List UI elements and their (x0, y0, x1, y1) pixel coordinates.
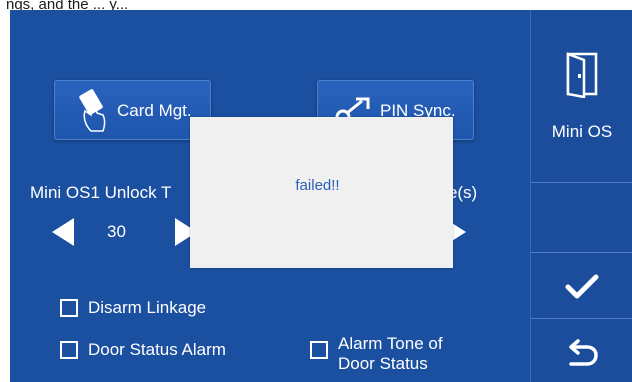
alarm-tone-checkbox[interactable] (310, 341, 328, 359)
alarm-tone-of-door-status-option[interactable]: Alarm Tone of Door Status (310, 334, 443, 374)
cropped-top-text: ngs, and the ... y... (6, 0, 129, 10)
card-icon (75, 89, 111, 138)
alarm-tone-label-line2: Door Status (338, 354, 428, 373)
mini-os1-unlock-time-label: Mini OS1 Unlock T (30, 183, 172, 202)
main-area: Card Mgt. PIN Sync. Mini OS1 Unlock T im… (10, 10, 530, 382)
door-icon (562, 50, 602, 103)
checkmark-icon (565, 274, 599, 305)
back-button[interactable] (531, 332, 632, 376)
confirm-button[interactable] (531, 265, 632, 313)
decrease-unlock-time-1-arrow-icon[interactable] (52, 218, 74, 246)
door-status-alarm-option[interactable]: Door Status Alarm (60, 340, 226, 360)
disarm-linkage-option[interactable]: Disarm Linkage (60, 298, 206, 318)
sidebar-divider (531, 318, 632, 319)
sidebar-divider (531, 182, 632, 183)
mini-os-tab[interactable] (531, 50, 632, 103)
dialog-message: failed!! (295, 177, 340, 194)
disarm-linkage-label: Disarm Linkage (88, 298, 207, 317)
alarm-tone-label-line1: Alarm Tone of (338, 334, 443, 353)
card-mgt-button[interactable]: Card Mgt. (54, 80, 211, 140)
sidebar: Mini OS (530, 10, 632, 382)
unlock-time-1-value: 30 (107, 222, 126, 241)
settings-panel: Card Mgt. PIN Sync. Mini OS1 Unlock T im… (10, 10, 632, 382)
card-mgt-label: Card Mgt. (117, 101, 192, 120)
door-status-alarm-checkbox[interactable] (60, 341, 78, 359)
error-dialog: failed!! (190, 117, 453, 268)
disarm-linkage-checkbox[interactable] (60, 299, 78, 317)
mini-os-label: Mini OS (551, 122, 613, 141)
sidebar-divider (531, 252, 632, 253)
door-status-alarm-label: Door Status Alarm (88, 340, 226, 359)
back-icon (565, 337, 599, 372)
alarm-tone-label: Alarm Tone of Door Status (338, 334, 443, 374)
